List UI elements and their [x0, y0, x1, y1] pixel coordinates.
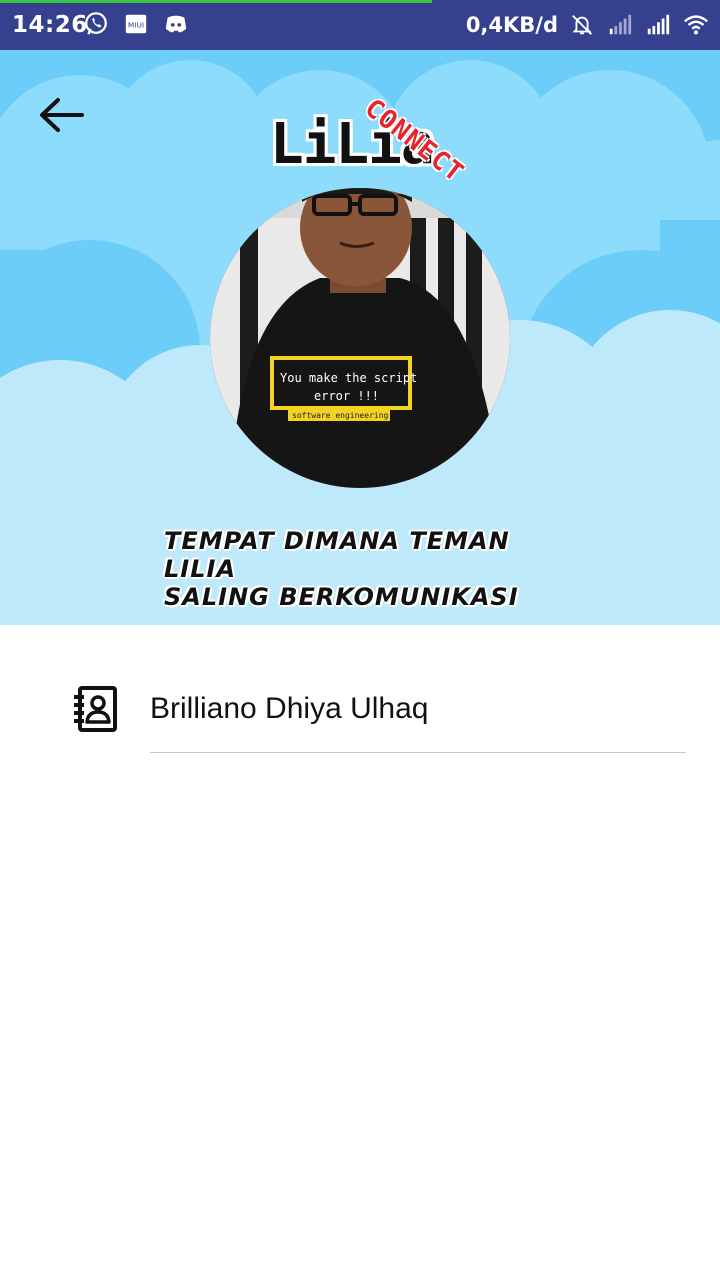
tagline-line-1: TEMPAT DIMANA TEMAN LILIA	[164, 527, 510, 583]
wifi-icon	[684, 15, 708, 35]
profile-header: LiLia CONNECT You make the script error …	[0, 50, 720, 625]
avatar[interactable]: You make the script error !!! software e…	[210, 188, 510, 488]
status-progress-line	[0, 0, 432, 3]
status-time: 14:26	[12, 12, 88, 38]
svg-text:MIUI: MIUI	[128, 21, 144, 30]
avatar-shirt-text-1: You make the script	[280, 371, 417, 385]
app-logo: LiLia CONNECT	[270, 68, 500, 198]
tagline: TEMPAT DIMANA TEMAN LILIA SALING BERKOMU…	[164, 527, 584, 611]
whatsapp-icon	[85, 12, 107, 35]
signal-icon	[609, 14, 632, 35]
network-speed: 0,4KB/d	[465, 13, 558, 37]
status-right-cluster: 0,4KB/d	[466, 12, 710, 38]
signal-icon	[647, 14, 670, 35]
contact-list: Brilliano Dhiya Ulhaq	[0, 625, 720, 753]
avatar-shirt-text-3: software engineering	[292, 411, 389, 420]
tagline-line-2: SALING BERKOMUNIKASI	[164, 583, 519, 611]
arrow-left-icon	[40, 98, 84, 132]
status-notification-icons: MIUI	[82, 11, 190, 37]
contact-book-icon	[74, 686, 117, 732]
list-item[interactable]: Brilliano Dhiya Ulhaq	[0, 625, 720, 753]
bell-off-icon	[572, 15, 592, 35]
back-button[interactable]	[32, 90, 92, 140]
status-bar: 14:26 MIUI 0,4KB/d	[0, 0, 720, 50]
avatar-shirt-text-2: error !!!	[314, 389, 379, 403]
discord-icon	[165, 15, 187, 33]
miui-icon: MIUI	[125, 14, 147, 34]
contact-name: Brilliano Dhiya Ulhaq	[150, 692, 429, 725]
list-divider	[150, 752, 686, 753]
avatar-photo: You make the script error !!! software e…	[210, 188, 510, 488]
